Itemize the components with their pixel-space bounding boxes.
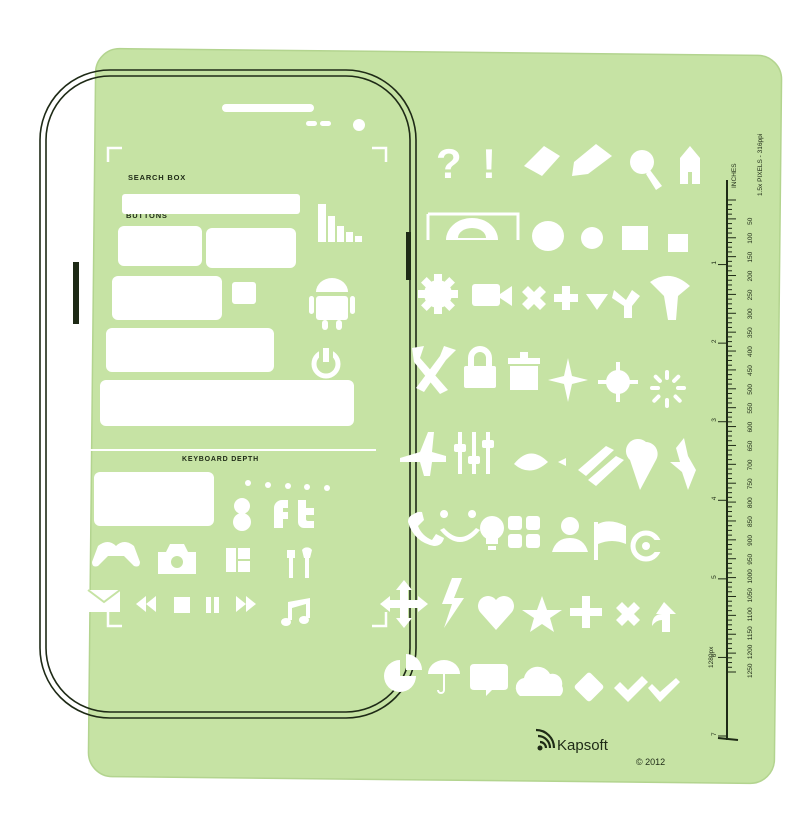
ruler-inch-label: 5 [711, 575, 718, 579]
ruler-inches-label: INCHES [731, 163, 738, 188]
ruler-pixel-label: 300 [747, 308, 754, 319]
ruler-pixel-label: 700 [747, 459, 754, 470]
button-cutout-2 [206, 228, 296, 268]
ruler-pixel-label: 600 [747, 421, 754, 432]
mail-icon [87, 589, 121, 612]
ruler-pixels-label: 1.5x PIXELS - 316ppi [757, 134, 764, 196]
phone-side-button-left [73, 262, 79, 324]
ruler-pixel-label: 200 [747, 270, 754, 281]
ruler-end-label: 1280px [708, 646, 715, 668]
ruler-inch-label: 3 [711, 418, 718, 422]
button-cutout-wide [100, 380, 354, 426]
logo-text: Kapsoft [557, 737, 609, 754]
ruler-pixel-label: 550 [747, 402, 754, 413]
ruler-pixel-label: 50 [747, 217, 754, 225]
settings-gear-icon [418, 274, 458, 314]
ruler-pixel-label: 250 [747, 289, 754, 300]
ruler-inch-label: 2 [711, 339, 718, 343]
ruler-pixel-label: 500 [747, 384, 754, 395]
circle-icon [532, 221, 564, 251]
copyright-text: © 2012 [636, 757, 665, 767]
ruler-inch-label: 1 [711, 261, 718, 265]
ruler-pixel-label: 750 [747, 478, 754, 489]
ruler-pixel-label: 1050 [747, 588, 754, 603]
phone-side-button-right [406, 232, 411, 280]
sliders-icon [454, 432, 494, 474]
button-cutout-3 [112, 276, 222, 320]
exclamation-icon: ! [482, 140, 496, 187]
button-cutout-small [232, 282, 256, 304]
ruler-pixel-label: 1150 [747, 626, 754, 640]
ruler-pixel-label: 150 [747, 251, 754, 262]
search-box-cutout [122, 194, 300, 214]
label-keyboard-depth: KEYBOARD DEPTH [182, 456, 259, 463]
square-icon [622, 226, 648, 250]
button-cutout-1 [118, 226, 202, 266]
ruler-pixel-label: 400 [747, 346, 754, 357]
ruler-pixel-label: 650 [747, 440, 754, 451]
ruler-pixel-label: 850 [747, 516, 754, 527]
button-cutout-4 [106, 328, 274, 372]
keyboard-cutout [94, 472, 214, 526]
ruler-pixel-label: 100 [747, 233, 754, 244]
ruler-pixel-label: 800 [747, 497, 754, 508]
dot-icon [581, 227, 603, 249]
ruler-pixel-label: 1250 [747, 663, 754, 678]
stop-icon [174, 597, 190, 613]
ruler-pixel-label: 1100 [747, 607, 754, 621]
ruler-inch-label: 7 [711, 732, 718, 736]
ruler-inch-label: 4 [711, 496, 718, 500]
label-search-box: SEARCH BOX [128, 173, 186, 182]
ruler-pixel-label: 450 [747, 365, 754, 376]
question-mark-icon: ? [436, 140, 462, 187]
ruler-pixel-label: 900 [747, 535, 754, 546]
square-small-icon [668, 234, 688, 252]
ruler-pixel-label: 1000 [747, 569, 754, 584]
ruler-pixel-label: 950 [747, 553, 754, 564]
ruler-pixel-label: 350 [747, 327, 754, 338]
stencil-scene: SEARCH BOX BUTTONS KEYBOARD DEPTH ? ! 50… [39, 47, 783, 785]
ruler-pixel-label: 1200 [747, 644, 754, 659]
